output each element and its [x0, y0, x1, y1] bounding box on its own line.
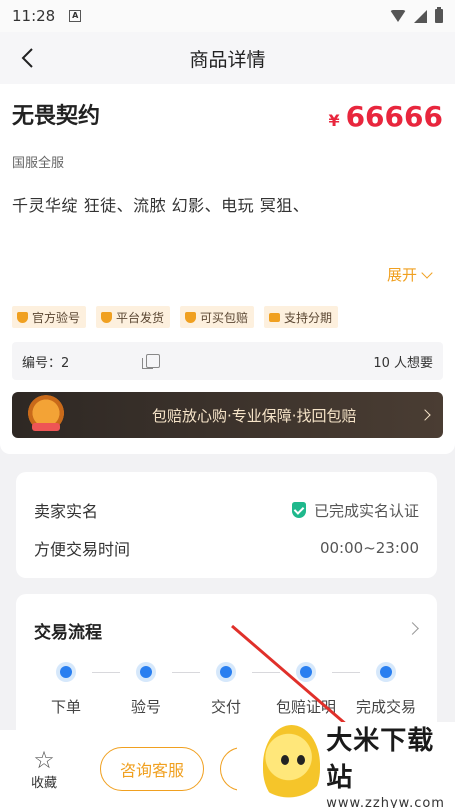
battery-icon — [435, 7, 443, 23]
seller-realname-row: 卖家实名 已完成实名认证 — [34, 498, 419, 522]
mascot-logo-icon — [263, 725, 321, 805]
realname-label: 卖家实名 — [34, 502, 99, 521]
step-dot — [216, 662, 236, 682]
back-arrow-icon[interactable] — [16, 46, 40, 70]
server-label: 国服全服 — [12, 156, 65, 171]
realname-status: 已完成实名认证 — [313, 501, 419, 520]
verified-shield-icon — [291, 502, 306, 518]
shield-icon — [101, 311, 113, 323]
status-bar: 11:28 A — [0, 0, 455, 32]
currency-symbol: ¥ — [328, 111, 340, 130]
trade-time-row: 方便交易时间 00:00~23:00 — [34, 536, 419, 560]
flow-step: 包赔证明 — [266, 662, 346, 717]
flow-step: 下单 — [26, 662, 106, 717]
shield-icon — [17, 311, 28, 323]
card-icon — [269, 312, 281, 322]
product-name: 无畏契约 — [12, 104, 101, 129]
step-dot — [56, 662, 76, 682]
tag-official-verify: 官方验号 — [12, 306, 87, 328]
copy-icon[interactable] — [142, 354, 160, 369]
shield-icon — [185, 311, 197, 323]
want-count: 10 人想要 — [373, 355, 433, 371]
tag-compensation: 可买包赔 — [180, 306, 255, 328]
item-id: 编号：2 — [22, 355, 70, 371]
price-value: 66666 — [345, 100, 443, 133]
flow-title: 交易流程 — [34, 623, 102, 643]
wifi-icon — [390, 10, 406, 22]
nav-bar: 商品详情 — [0, 32, 455, 84]
status-time: 11:28 — [12, 7, 56, 25]
watermark-url: www.zzhyw.com — [326, 795, 445, 808]
banner-text: 包赔放心购·专业保障·找回包赔 — [152, 406, 357, 425]
page-title: 商品详情 — [189, 48, 266, 71]
item-id-row: 编号：2 10 人想要 — [12, 342, 443, 380]
consult-service-button[interactable]: 咨询客服 — [100, 747, 204, 791]
flow-step: 交付 — [186, 662, 266, 717]
trade-time-label: 方便交易时间 — [34, 540, 131, 559]
flow-step: 完成交易 — [346, 662, 426, 717]
tag-platform-delivery: 平台发货 — [96, 306, 171, 328]
flow-step: 验号 — [106, 662, 186, 717]
expand-button[interactable]: 展开 — [386, 264, 433, 285]
watermark-name: 大米下载站 — [326, 725, 435, 793]
guarantee-banner[interactable]: 包赔放心购·专业保障·找回包赔 — [12, 392, 443, 438]
feature-tags: 官方验号 平台发货 可买包赔 支持分期 — [12, 306, 339, 328]
trade-time-value: 00:00~23:00 — [319, 539, 419, 557]
chevron-down-icon — [421, 266, 433, 279]
status-icons — [390, 7, 443, 23]
chevron-right-icon[interactable] — [406, 622, 419, 635]
product-card: 无畏契约 ¥66666 国服全服 千灵华绽 狂徒、流脓 幻影、电玩 冥狙、 展开… — [0, 84, 455, 454]
seller-card: 卖家实名 已完成实名认证 方便交易时间 00:00~23:00 — [16, 472, 437, 578]
step-dot — [296, 662, 316, 682]
notification-icon: A — [69, 10, 82, 22]
expand-label: 展开 — [386, 266, 417, 284]
chevron-right-icon — [419, 409, 431, 421]
star-icon: ☆ — [33, 745, 55, 774]
favorite-label: 收藏 — [30, 775, 57, 791]
step-dot — [376, 662, 396, 682]
product-price: ¥66666 — [328, 100, 443, 133]
signal-icon — [414, 9, 427, 23]
step-dot — [136, 662, 156, 682]
favorite-button[interactable]: ☆ 收藏 — [14, 748, 74, 791]
product-description: 千灵华绽 狂徒、流脓 幻影、电玩 冥狙、 — [12, 196, 310, 215]
tiger-mascot-icon — [26, 395, 66, 435]
tag-installment: 支持分期 — [264, 306, 339, 328]
site-watermark: 大米下载站 www.zzhyw.com — [237, 722, 455, 808]
